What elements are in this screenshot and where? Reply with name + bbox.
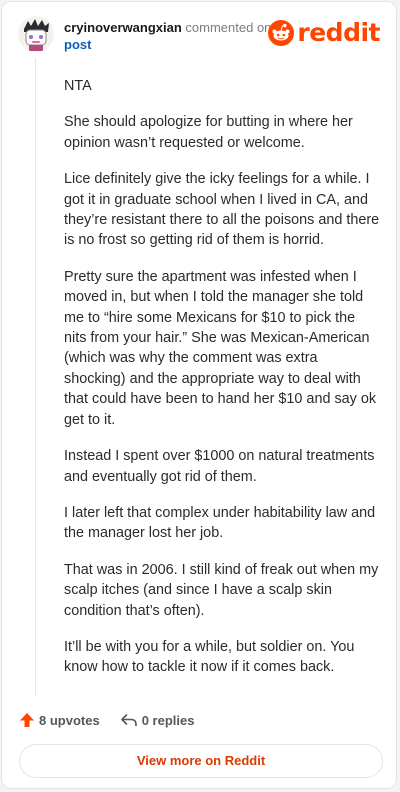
comment-paragraph: Pretty sure the apartment was infested w… bbox=[64, 268, 377, 428]
post-link[interactable]: post bbox=[64, 36, 284, 53]
commented-on-text: commented on bbox=[185, 20, 272, 35]
author-username[interactable]: cryinoverwangxian bbox=[64, 20, 182, 35]
reddit-logo[interactable]: reddit bbox=[268, 20, 380, 46]
comment-attribution: cryinoverwangxian commented on post bbox=[64, 19, 284, 53]
comment-embed-card: cryinoverwangxian commented on post redd… bbox=[1, 1, 397, 789]
comment-paragraph: That was in 2006. I still kind of freak … bbox=[64, 561, 379, 619]
comment-paragraph: She should apologize for butting in wher… bbox=[64, 114, 353, 151]
upvote-count: 8 upvotes bbox=[39, 712, 100, 728]
view-more-on-reddit-button[interactable]: View more on Reddit bbox=[19, 744, 383, 778]
comment-actions: 8 upvotes 0 replies bbox=[19, 710, 194, 730]
comment-paragraph: NTA bbox=[64, 78, 92, 94]
comment-paragraph: It’ll be with you for a while, but soldi… bbox=[64, 638, 355, 676]
reply-count: 0 replies bbox=[141, 712, 195, 728]
reddit-wordmark: reddit bbox=[297, 18, 380, 47]
comment-paragraph: I later left that complex under habitabi… bbox=[64, 504, 376, 542]
upvote-button[interactable]: 8 upvotes bbox=[19, 712, 100, 728]
upvote-arrow-icon bbox=[20, 713, 34, 727]
avatar-sticker-icon bbox=[18, 16, 54, 52]
comment-paragraph: Instead I spent over $1000 on natural tr… bbox=[64, 448, 375, 485]
comment-paragraph: Lice definitely give the icky feelings f… bbox=[64, 171, 380, 249]
comment-body: NTA She should apologize for butting in … bbox=[64, 76, 380, 694]
user-avatar[interactable] bbox=[18, 16, 54, 52]
replies-button[interactable]: 0 replies bbox=[120, 712, 195, 728]
reply-arrow-icon bbox=[120, 714, 137, 727]
thread-line bbox=[35, 58, 36, 696]
reddit-snoo-icon bbox=[268, 20, 295, 46]
